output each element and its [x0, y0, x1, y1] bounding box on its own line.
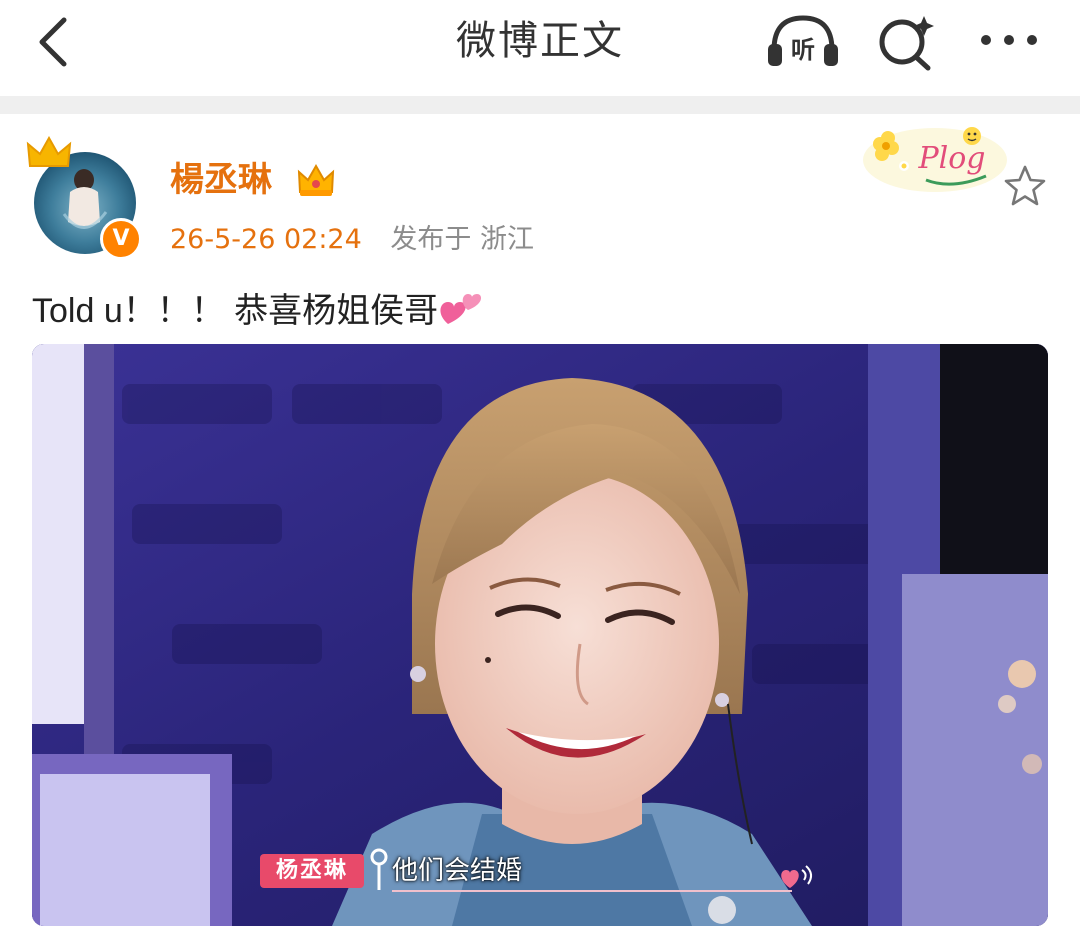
section-divider — [0, 96, 1080, 114]
location-pin-icon — [370, 848, 388, 890]
post-meta: 26-5-26 02:24 发布于 浙江 — [170, 220, 534, 260]
post-time: 26-5-26 02:24 — [170, 224, 362, 255]
listen-label: 听 — [791, 36, 815, 64]
caption-subtitle: 他们会结婚 — [392, 856, 523, 886]
post-image[interactable]: 杨丞琳 他们会结婚 — [32, 344, 1048, 926]
author-name[interactable]: 楊丞琳 — [170, 158, 272, 202]
author-avatar[interactable]: V — [26, 136, 146, 260]
post-location: 发布于 浙江 — [390, 224, 534, 255]
plog-sticker-icon: Plog — [863, 127, 1007, 192]
vip-crown-icon[interactable] — [296, 160, 336, 200]
caption-name-chip: 杨丞琳 — [260, 854, 364, 888]
crown-icon — [26, 136, 72, 167]
caption-underline — [392, 890, 792, 892]
two-hearts-icon — [440, 294, 482, 324]
top-nav-bar: 微博正文 听 — [0, 0, 1080, 96]
photo-scene — [32, 344, 1048, 926]
listen-icon[interactable]: 听 — [764, 12, 842, 72]
heart-signal-icon — [781, 865, 812, 888]
search-icon[interactable] — [874, 12, 938, 72]
favorite-star-icon[interactable] — [1002, 164, 1048, 208]
plog-label: Plog — [917, 141, 985, 176]
more-icon[interactable] — [974, 20, 1044, 60]
verified-badge: V — [100, 218, 142, 260]
post-body: Told u！！！ 恭喜杨姐侯哥 — [32, 288, 482, 334]
post-text: Told u！！！ 恭喜杨姐侯哥 — [32, 292, 439, 330]
